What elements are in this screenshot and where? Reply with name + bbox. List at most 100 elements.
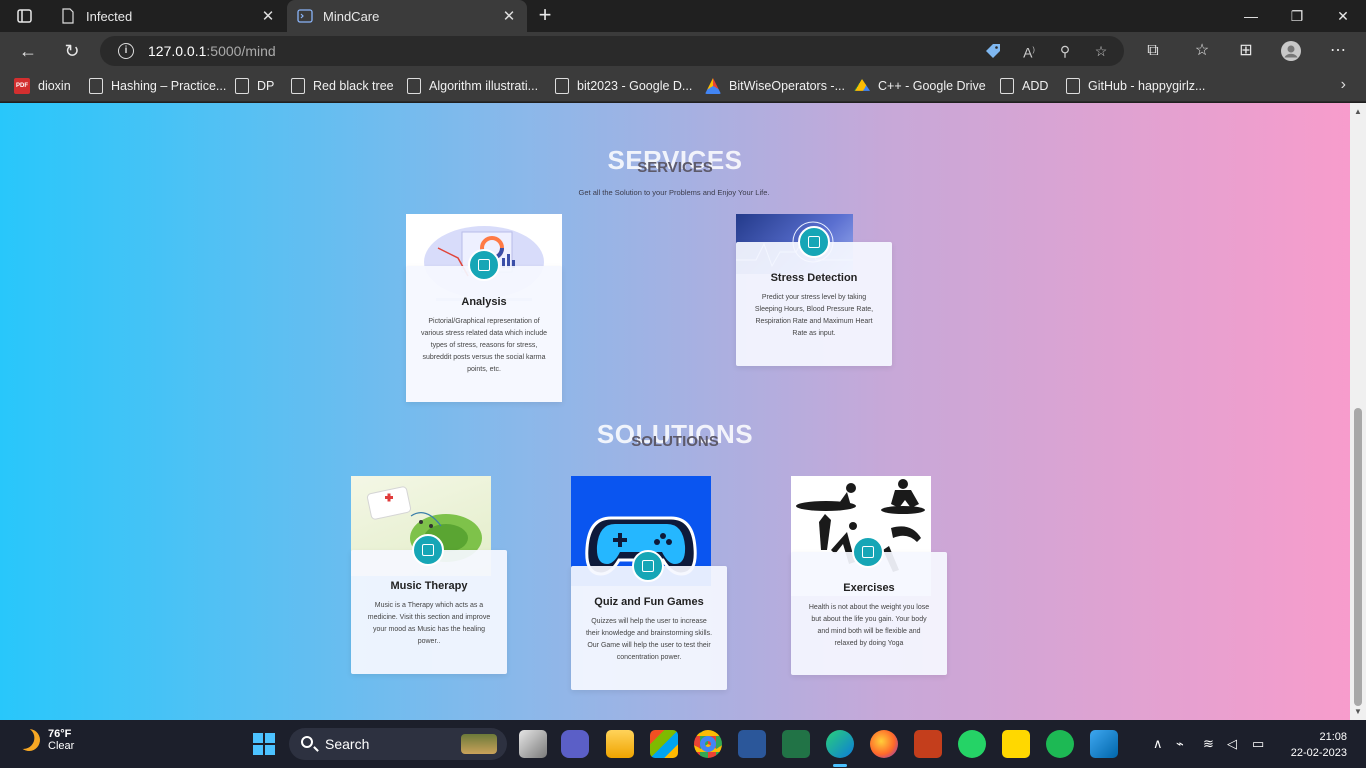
tab-mindcare[interactable]: MindCare ✕ — [287, 0, 527, 32]
page-icon — [62, 8, 74, 24]
tab-actions-icon — [17, 9, 32, 23]
search-icon — [301, 736, 313, 748]
url-text[interactable]: 127.0.0.1:5000/mind — [148, 43, 276, 59]
tab-actions-button[interactable] — [8, 4, 40, 28]
browser-toolbar: ← ↻ i 127.0.0.1:5000/mind A) ⚲ ☆ ⧉ ☆ ⊞ ⋯ — [0, 32, 1366, 70]
page-icon — [407, 78, 421, 94]
new-tab-button[interactable]: + — [533, 4, 557, 28]
card-title: Quiz and Fun Games — [594, 596, 704, 608]
bookmarks-bar: PDF dioxin Hashing – Practice... DP Red b… — [0, 70, 1366, 102]
bookmark-item[interactable]: Algorithm illustrati... — [407, 76, 538, 96]
settings-menu-icon[interactable]: ⋯ — [1328, 41, 1348, 61]
favorites-icon[interactable]: ☆ — [1192, 41, 1212, 61]
solution-card-exercises[interactable]: Exercises Health is not about the weight… — [791, 476, 947, 675]
analysis-icon — [468, 249, 500, 281]
task-view-icon[interactable] — [519, 730, 547, 758]
site-info-icon[interactable]: i — [118, 43, 134, 59]
restore-button[interactable]: ❐ — [1274, 0, 1320, 32]
tab-strip: Infected ✕ MindCare ✕ + — ❐ ✕ — [0, 0, 1366, 32]
moon-icon — [15, 726, 43, 754]
bookmark-item[interactable]: Red black tree — [291, 76, 394, 96]
store-icon[interactable] — [650, 730, 678, 758]
address-bar[interactable]: i 127.0.0.1:5000/mind A) ⚲ ☆ — [100, 36, 1124, 66]
network-icon[interactable]: ⌁ — [1176, 736, 1184, 752]
services-title: SERVICES — [637, 159, 713, 176]
weather-widget[interactable]: 76°F Clear — [18, 728, 74, 752]
bookmark-item[interactable]: PDF dioxin — [14, 76, 71, 96]
page-scrollbar[interactable]: ▲ ▼ — [1350, 103, 1366, 720]
web-page: SERVICES SERVICES Get all the Solution t… — [0, 103, 1366, 720]
solution-card-music-therapy[interactable]: Music Therapy Music is a Therapy which a… — [351, 476, 507, 674]
bookmark-item[interactable]: bit2023 - Google D... — [555, 76, 692, 96]
active-app-indicator — [833, 764, 847, 767]
word-icon[interactable] — [738, 730, 766, 758]
page-icon — [1066, 78, 1080, 94]
chrome-icon[interactable] — [694, 730, 722, 758]
service-card-stress-detection[interactable]: Stress Detection Predict your stress lev… — [736, 214, 892, 366]
google-drive-icon — [854, 79, 870, 91]
excel-icon[interactable] — [782, 730, 810, 758]
bookmark-item[interactable]: Hashing – Practice... — [89, 76, 226, 96]
spotify-icon[interactable] — [1046, 730, 1074, 758]
card-description: Health is not about the weight you lose … — [808, 604, 930, 647]
chevron-right-icon[interactable]: › — [1341, 76, 1346, 94]
add-favorite-icon[interactable]: ☆ — [1092, 42, 1110, 60]
card-title: Stress Detection — [770, 272, 858, 284]
edge-icon[interactable] — [826, 730, 854, 758]
chevron-up-icon[interactable]: ∧ — [1153, 736, 1163, 752]
powerpoint-icon[interactable] — [914, 730, 942, 758]
system-clock[interactable]: 21:08 22-02-2023 — [1291, 729, 1347, 761]
bookmark-item[interactable]: BitWiseOperators -... — [705, 76, 845, 96]
volume-icon[interactable]: ◁ — [1227, 736, 1237, 752]
taskbar: 76°F Clear Search ∧ ⌁ ≋ ◁ ▭ 21:08 22-02-… — [0, 720, 1366, 768]
tab-title: MindCare — [323, 8, 380, 24]
card-description: Pictorial/Graphical representation of va… — [420, 318, 548, 373]
scrollbar-thumb[interactable] — [1354, 408, 1362, 706]
close-window-button[interactable]: ✕ — [1320, 0, 1366, 32]
vscode-icon[interactable] — [1090, 730, 1118, 758]
card-title: Analysis — [461, 296, 507, 308]
bookmark-item[interactable]: C++ - Google Drive — [854, 76, 986, 96]
solutions-title: SOLUTIONS — [631, 433, 719, 450]
page-icon — [89, 78, 103, 94]
refresh-button[interactable]: ↻ — [58, 37, 86, 65]
collections-icon[interactable]: ⊞ — [1236, 41, 1256, 61]
quiz-icon — [632, 550, 664, 582]
weather-temp: 76°F — [48, 728, 72, 740]
tab-infected[interactable]: Infected ✕ — [50, 0, 286, 32]
close-tab-icon[interactable]: ✕ — [256, 7, 280, 25]
clock-time: 21:08 — [1319, 731, 1347, 743]
battery-icon[interactable]: ▭ — [1252, 736, 1264, 752]
zoom-icon[interactable]: ⚲ — [1056, 42, 1074, 60]
scroll-down-icon[interactable]: ▼ — [1354, 707, 1362, 716]
service-card-analysis[interactable]: Analysis Pictorial/Graphical representat… — [406, 214, 562, 402]
file-explorer-icon[interactable] — [606, 730, 634, 758]
wifi-icon[interactable]: ≋ — [1203, 736, 1214, 752]
profile-avatar-icon[interactable] — [1281, 41, 1301, 61]
clock-date: 22-02-2023 — [1290, 747, 1347, 759]
scroll-up-icon[interactable]: ▲ — [1354, 107, 1362, 116]
page-icon — [1000, 78, 1014, 94]
solution-card-quiz-and-fun-games[interactable]: Quiz and Fun Games Quizzes will help the… — [571, 476, 727, 690]
chat-icon[interactable] — [561, 730, 589, 758]
close-tab-icon[interactable]: ✕ — [497, 7, 521, 25]
start-button[interactable] — [250, 730, 278, 758]
search-highlight-icon — [461, 734, 497, 754]
tab-title: Infected — [86, 8, 133, 24]
coupon-tag-icon[interactable] — [984, 42, 1002, 60]
terminal-icon — [297, 9, 313, 23]
extensions-icon[interactable]: ⧉ — [1143, 41, 1163, 61]
taskbar-search[interactable]: Search — [289, 728, 507, 760]
firefox-icon[interactable] — [870, 730, 898, 758]
back-button[interactable]: ← — [14, 37, 42, 65]
pdf-icon: PDF — [14, 78, 30, 94]
bookmark-item[interactable]: GitHub - happygirlz... — [1066, 76, 1205, 96]
bookmark-item[interactable]: ADD — [1000, 76, 1048, 96]
minimize-button[interactable]: — — [1228, 0, 1274, 32]
whatsapp-icon[interactable] — [958, 730, 986, 758]
sticky-notes-icon[interactable] — [1002, 730, 1030, 758]
card-title: Music Therapy — [390, 580, 468, 592]
read-aloud-icon[interactable]: A) — [1020, 42, 1038, 61]
card-description: Music is a Therapy which acts as a medic… — [367, 602, 491, 645]
bookmark-item[interactable]: DP — [235, 76, 274, 96]
